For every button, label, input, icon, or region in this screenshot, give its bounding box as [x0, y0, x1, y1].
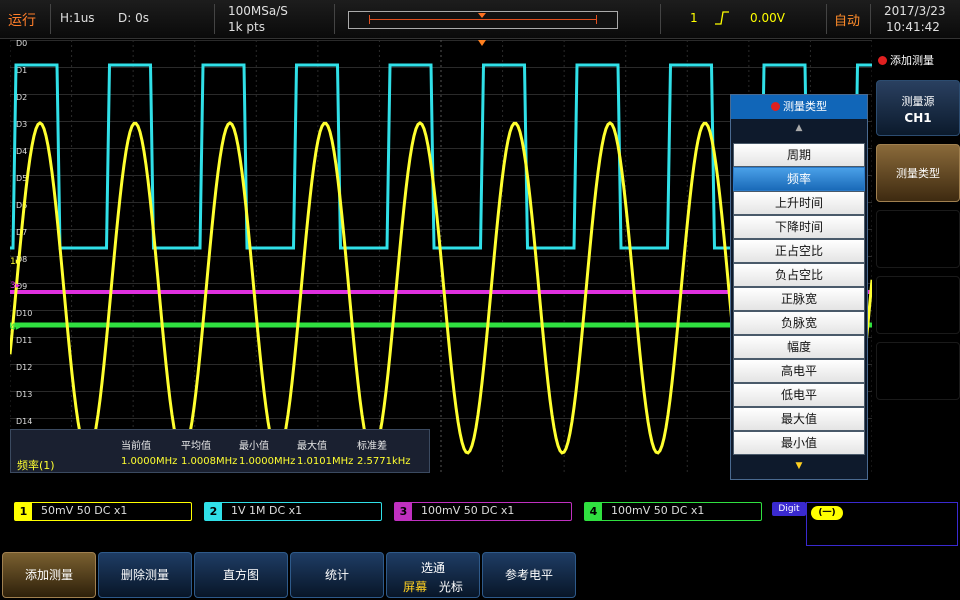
empty-softkey-5[interactable] [876, 342, 960, 400]
menu-title: 测量类型 [731, 95, 867, 119]
ch1-settings-text: 50mV 50 DC x1 [41, 504, 128, 517]
gate-option-cursor: 光标 [438, 580, 463, 594]
empty-softkey-3[interactable] [876, 210, 960, 268]
trigger-mode[interactable]: 自动 [834, 10, 860, 29]
ch3-settings-text: 100mV 50 DC x1 [421, 504, 515, 517]
value-current: 1.0000MHz [121, 456, 178, 467]
digital-channel-settings[interactable]: Digit [772, 502, 806, 516]
ch4-settings[interactable]: 4 100mV 50 DC x1 [584, 502, 762, 521]
ch3-number: 3 [395, 503, 412, 520]
value-min: 1.0000MHz [239, 456, 296, 467]
digital-label-d13: D13 [16, 390, 32, 399]
measure-source-label: 测量源 [901, 95, 935, 108]
digital-label-d2: D2 [16, 93, 27, 102]
measurement-results: 当前值 平均值 最小值 最大值 标准差 频率(1) 1.0000MHz 1.00… [10, 429, 430, 473]
ch3-ground-marker-icon[interactable]: 3▸ [10, 281, 21, 291]
menu-item[interactable]: 频率 [733, 167, 865, 191]
header-min: 最小值 [239, 441, 269, 452]
measure-source-button[interactable]: 测量源 CH1 [876, 80, 960, 136]
digit-label: Digit [778, 504, 800, 514]
measure-type-label: 测量类型 [896, 167, 940, 180]
time: 10:41:42 [886, 20, 940, 34]
gate-option-screen: 屏幕 [403, 580, 428, 594]
digital-channel-panel: (一) [806, 502, 958, 546]
header-stddev: 标准差 [357, 441, 387, 452]
histogram-button[interactable]: 直方图 [194, 552, 288, 598]
digital-label-d10: D10 [16, 309, 32, 318]
trigger-level[interactable]: 0.00V [750, 11, 785, 25]
gate-button[interactable]: 选通 屏幕 光标 [386, 552, 480, 598]
digital-label-d12: D12 [16, 363, 32, 372]
ch4-settings-text: 100mV 50 DC x1 [611, 504, 705, 517]
reference-level-button[interactable]: 参考电平 [482, 552, 576, 598]
value-average: 1.0008MHz [181, 456, 238, 467]
memory-depth: 1k pts [228, 20, 265, 34]
top-status-bar: 运行 H:1us D: 0s 100MSa/S 1k pts 1 0.00V 自… [0, 0, 960, 39]
menu-bullet-icon [771, 102, 780, 111]
menu-item[interactable]: 最小值 [733, 431, 865, 455]
digit-group-badge[interactable]: (一) [811, 506, 843, 520]
add-measurement-button[interactable]: 添加测量 [2, 552, 96, 598]
right-softkey-panel: 添加测量 测量源 CH1 测量类型 [874, 40, 960, 580]
statistics-button[interactable]: 统计 [290, 552, 384, 598]
ch1-settings[interactable]: 1 50mV 50 DC x1 [14, 502, 192, 521]
measure-source-value: CH1 [904, 111, 932, 125]
panel-bullet-icon [878, 56, 887, 65]
horizontal-scale[interactable]: H:1us [60, 11, 95, 25]
menu-item[interactable]: 上升时间 [733, 191, 865, 215]
ch2-settings-text: 1V 1M DC x1 [231, 504, 303, 517]
rising-edge-icon [715, 11, 729, 25]
menu-item[interactable]: 幅度 [733, 335, 865, 359]
menu-item[interactable]: 高电平 [733, 359, 865, 383]
menu-item[interactable]: 最大值 [733, 407, 865, 431]
ch1-ground-marker-icon[interactable]: 1▸ [10, 257, 21, 267]
menu-item[interactable]: 周期 [733, 143, 865, 167]
scroll-up-icon[interactable]: ▲ [731, 123, 867, 133]
menu-item[interactable]: 低电平 [733, 383, 865, 407]
trigger-source[interactable]: 1 [690, 11, 698, 25]
timebase-position-indicator[interactable] [348, 11, 618, 29]
header-current: 当前值 [121, 441, 151, 452]
scroll-down-icon[interactable]: ▼ [731, 461, 867, 471]
digital-label-d3: D3 [16, 120, 27, 129]
run-status[interactable]: 运行 [8, 10, 36, 30]
value-max: 1.0101MHz [297, 456, 354, 467]
gate-label: 选通 [420, 561, 445, 575]
value-stddev: 2.5771kHz [357, 456, 411, 467]
digital-label-d0: D0 [16, 40, 27, 48]
delete-measurement-button[interactable]: 删除测量 [98, 552, 192, 598]
menu-item[interactable]: 正脉宽 [733, 287, 865, 311]
measurement-type-menu: 测量类型 ▲ 周期 频率 上升时间 下降时间 正占空比 负占空比 正脉宽 负脉宽 幅度 高电平 低电… [730, 94, 868, 480]
ch2-number: 2 [205, 503, 222, 520]
ch4-ground-marker-icon[interactable]: 4▸ [10, 323, 21, 333]
sample-rate: 100MSa/S [228, 4, 288, 18]
measure-type-button[interactable]: 测量类型 [876, 144, 960, 202]
digital-label-d14: D14 [16, 417, 32, 426]
menu-item[interactable]: 下降时间 [733, 215, 865, 239]
digital-label-d11: D11 [16, 336, 32, 345]
ch4-number: 4 [585, 503, 602, 520]
horizontal-delay[interactable]: D: 0s [118, 11, 149, 25]
ch3-settings[interactable]: 3 100mV 50 DC x1 [394, 502, 572, 521]
menu-item[interactable]: 正占空比 [733, 239, 865, 263]
empty-softkey-4[interactable] [876, 276, 960, 334]
digital-label-d1: D1 [16, 66, 27, 75]
ch2-settings[interactable]: 2 1V 1M DC x1 [204, 502, 382, 521]
digital-label-d4: D4 [16, 147, 27, 156]
trigger-position-marker-icon [478, 13, 486, 18]
menu-item[interactable]: 负脉宽 [733, 311, 865, 335]
menu-item[interactable]: 负占空比 [733, 263, 865, 287]
ch1-number: 1 [15, 503, 32, 520]
header-average: 平均值 [181, 441, 211, 452]
date: 2017/3/23 [884, 4, 946, 18]
panel-title: 添加测量 [878, 52, 934, 68]
measurement-name: 频率(1) [17, 459, 55, 472]
header-max: 最大值 [297, 441, 327, 452]
